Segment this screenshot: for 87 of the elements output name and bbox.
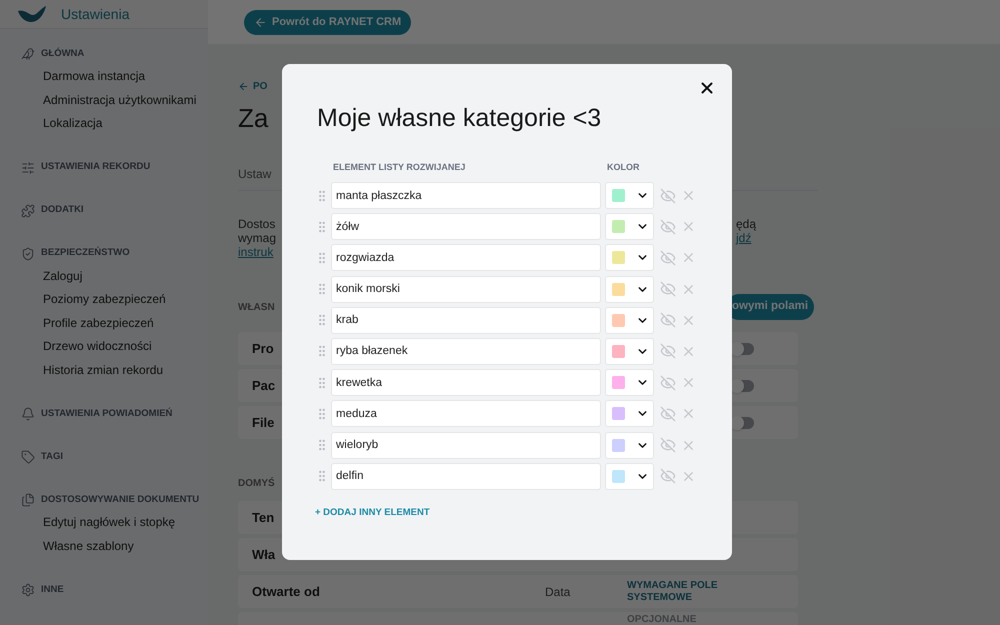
color-select[interactable]	[605, 244, 654, 272]
eye-off-icon[interactable]	[660, 312, 676, 328]
arrow-left-icon	[238, 80, 249, 92]
sidebar-item[interactable]: Profile zabezpieczeń	[0, 312, 208, 335]
section-heading: WŁASN	[238, 300, 276, 314]
field-name: Ten	[252, 510, 274, 524]
color-select[interactable]	[605, 306, 654, 334]
column-header: KOLOR	[607, 161, 640, 173]
modal-title: Moje własne kategorie <3	[317, 103, 602, 133]
section-heading[interactable]: TAGI	[41, 450, 63, 464]
sidebar-item[interactable]: Historia zmian rekordu	[0, 358, 208, 382]
color-select[interactable]	[605, 369, 654, 396]
section-heading[interactable]: INNE	[41, 582, 64, 598]
text-field[interactable]: krab	[331, 306, 601, 334]
page-title: Za	[238, 103, 270, 133]
field-type: Data	[545, 584, 570, 598]
eye-off-icon[interactable]	[660, 406, 676, 422]
text-field[interactable]: wieloryb	[331, 432, 601, 458]
description-text: Dostos	[238, 217, 276, 231]
logo-icon	[17, 5, 47, 23]
sidebar-item[interactable]: Lokalizacja	[0, 112, 208, 136]
color-select[interactable]	[605, 338, 654, 365]
section-heading[interactable]: BEZPIECZEŃSTWO	[41, 246, 130, 261]
text-field[interactable]: konik morski	[331, 276, 601, 303]
tab-label[interactable]: Ustaw	[238, 166, 280, 182]
eye-off-icon[interactable]	[660, 250, 676, 266]
sidebar-item[interactable]: Darmowa instancja	[0, 65, 208, 88]
field-name: Pac	[252, 376, 276, 395]
color-select[interactable]	[605, 276, 654, 303]
delete-icon[interactable]	[681, 188, 696, 203]
field-name: Otwarte od	[252, 584, 320, 598]
section-heading[interactable]: GŁÓWNA	[41, 46, 84, 62]
text-field[interactable]: krewetka	[331, 369, 601, 396]
breadcrumb-link[interactable]: PO	[238, 80, 818, 92]
section-heading: DOMYŚ	[238, 479, 276, 489]
color-select[interactable]	[605, 213, 654, 240]
bird-icon	[21, 47, 35, 61]
section-heading[interactable]: USTAWIENIA REKORDU	[41, 160, 150, 175]
description-text: ędą	[736, 217, 758, 231]
text-field[interactable]: rozgwiazda	[331, 244, 601, 272]
color-select[interactable]	[605, 462, 654, 490]
eye-off-icon[interactable]	[660, 468, 676, 484]
text-field[interactable]: ryba błazenek	[331, 338, 601, 365]
arrow-left-icon	[254, 16, 267, 28]
link-text[interactable]: jdź	[736, 231, 818, 245]
sliders-icon	[21, 160, 35, 174]
sidebar-item[interactable]: Drzewo widoczności	[0, 335, 208, 358]
text-field[interactable]: żółw	[331, 213, 601, 240]
sidebar-item[interactable]: Administracja użytkownikami	[0, 88, 208, 112]
text-field[interactable]: manta płaszczka	[331, 182, 601, 209]
sidebar-title: Ustawienia	[61, 4, 130, 24]
tag-icon	[21, 450, 35, 464]
eye-off-icon[interactable]	[660, 188, 676, 204]
column-header: ELEMENT LISTY ROZWIJANEJ	[333, 161, 466, 173]
sidebar-item[interactable]: Zaloguj	[0, 264, 208, 288]
field-name: Pro	[252, 340, 274, 358]
sidebar-item[interactable]: Własne szablony	[0, 534, 208, 558]
bell-icon	[21, 407, 35, 421]
shield-icon	[21, 246, 35, 260]
color-select[interactable]	[605, 400, 654, 428]
field-name: Wła	[252, 546, 276, 562]
color-select[interactable]	[605, 432, 654, 458]
eye-off-icon[interactable]	[660, 374, 676, 391]
description-text: wymag	[238, 231, 278, 245]
toggle-switch[interactable]	[732, 342, 754, 354]
field-status: WYMAGANE POLE SYSTEMOWE	[627, 580, 719, 604]
text-field[interactable]: meduza	[331, 400, 601, 428]
puzzle-icon	[21, 204, 35, 218]
section-heading[interactable]: DOSTOSOWYWANIE DOKUMENTU	[41, 492, 200, 508]
toggle-switch[interactable]	[732, 380, 754, 392]
settings-icon	[21, 583, 35, 597]
field-name: File	[252, 414, 274, 432]
toggle-switch[interactable]	[732, 416, 754, 428]
sidebar-item[interactable]: Poziomy zabezpieczeń	[0, 288, 208, 312]
eye-off-icon[interactable]	[660, 218, 676, 235]
eye-off-icon[interactable]	[660, 437, 676, 453]
color-select[interactable]	[605, 182, 654, 209]
text-field[interactable]: delfin	[331, 462, 601, 490]
eye-off-icon[interactable]	[660, 281, 676, 298]
section-heading[interactable]: DODATKI	[41, 203, 84, 218]
instructions-link[interactable]: instruk	[238, 245, 280, 259]
eye-off-icon[interactable]	[660, 343, 676, 360]
back-button[interactable]: Powrót do RAYNET CRM	[244, 10, 412, 34]
section-heading[interactable]: USTAWIENIA POWIADOMIEŃ	[41, 406, 172, 422]
add-element-button[interactable]: + DODAJ INNY ELEMENT	[315, 506, 430, 519]
sidebar-item[interactable]: Edytuj nagłówek i stopkę	[0, 511, 208, 534]
documents-icon	[21, 493, 35, 507]
